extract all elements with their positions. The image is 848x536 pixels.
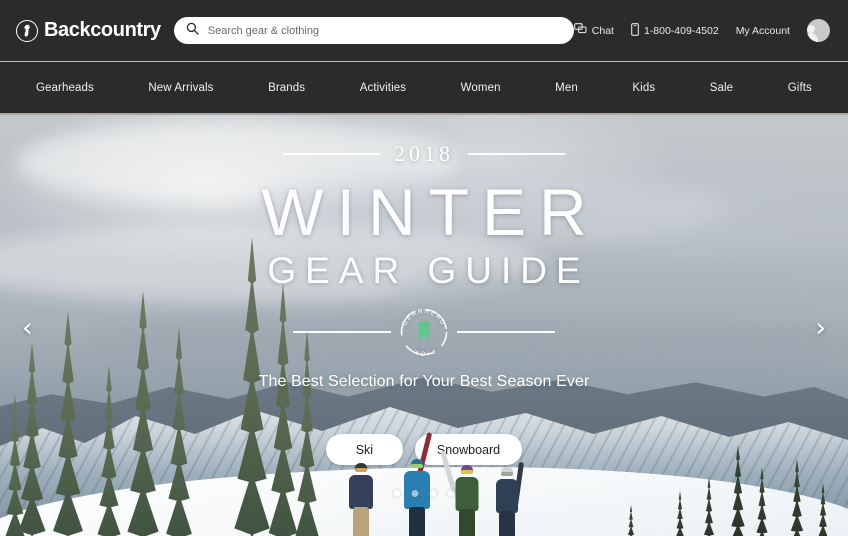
goat-logo-icon bbox=[16, 19, 38, 42]
badge-rule-right bbox=[457, 331, 555, 334]
hero-carousel: 2018 WINTER GEAR GUIDE GEARHEAD PICK The… bbox=[0, 115, 848, 536]
goggles bbox=[501, 472, 513, 476]
nav-item-gearheads[interactable]: Gearheads bbox=[36, 82, 94, 94]
header-utility-nav: Chat 1-800-409-4502 My Account bbox=[573, 19, 848, 42]
nav-item-sale[interactable]: Sale bbox=[710, 82, 733, 94]
carousel-dot-1[interactable] bbox=[393, 490, 401, 497]
person-snowboarder bbox=[440, 450, 482, 536]
pants bbox=[409, 507, 425, 536]
phone-number-label: 1-800-409-4502 bbox=[643, 24, 719, 37]
gearhead-pick-badge-icon: GEARHEAD PICK bbox=[397, 305, 451, 359]
avatar-head bbox=[806, 25, 815, 33]
brand-name: Backcountry bbox=[44, 19, 161, 41]
jacket bbox=[496, 479, 518, 513]
bookmark-ribbon-icon bbox=[418, 322, 430, 342]
my-account-label: My Account bbox=[735, 24, 790, 37]
carousel-dot-4[interactable] bbox=[447, 490, 455, 497]
person-skier bbox=[492, 461, 525, 536]
carousel-dot-3[interactable] bbox=[429, 490, 437, 497]
nav-item-women[interactable]: Women bbox=[461, 82, 501, 94]
hero-year-row: 2018 bbox=[283, 141, 565, 167]
carousel-prev-arrow[interactable]: ‹ bbox=[22, 315, 33, 342]
badge-rule-left bbox=[293, 331, 391, 334]
search-input[interactable] bbox=[207, 24, 562, 37]
pants bbox=[353, 507, 369, 536]
nav-item-gifts[interactable]: Gifts bbox=[788, 82, 812, 94]
hero-year: 2018 bbox=[394, 141, 454, 166]
badge-text-bottom: PICK bbox=[412, 347, 435, 357]
pants bbox=[459, 509, 475, 536]
goggles bbox=[461, 470, 473, 474]
nav-item-brands[interactable]: Brands bbox=[268, 82, 305, 94]
person-skier bbox=[400, 432, 434, 536]
chat-bubbles-icon bbox=[573, 23, 587, 38]
jacket bbox=[455, 477, 479, 511]
pants bbox=[499, 511, 515, 536]
avatar[interactable] bbox=[806, 19, 830, 42]
main-navigation: Gearheads New Arrivals Brands Activities… bbox=[0, 62, 848, 113]
hero-tagline: The Best Selection for Your Best Season … bbox=[258, 373, 590, 391]
site-header: Backcountry Chat bbox=[0, 0, 848, 61]
hero-title-line1: WINTER bbox=[261, 175, 600, 249]
nav-item-activities[interactable]: Activities bbox=[360, 82, 406, 94]
chat-link[interactable]: Chat bbox=[573, 23, 614, 38]
nav-item-new-arrivals[interactable]: New Arrivals bbox=[148, 82, 213, 94]
my-account-link[interactable]: My Account bbox=[736, 25, 790, 37]
svg-text:PICK: PICK bbox=[412, 347, 436, 357]
nav-item-men[interactable]: Men bbox=[555, 82, 578, 94]
hero-rule-right bbox=[468, 153, 565, 155]
nav-item-kids[interactable]: Kids bbox=[632, 82, 655, 94]
jacket bbox=[349, 475, 373, 509]
brand-logo[interactable]: Backcountry bbox=[16, 19, 161, 42]
goggles bbox=[355, 468, 367, 472]
hero-title-line2: GEAR GUIDE bbox=[267, 250, 590, 292]
page-root: Backcountry Chat bbox=[0, 0, 848, 536]
goggles bbox=[411, 464, 423, 468]
hero-rule-left bbox=[283, 153, 380, 155]
hero-badge-row: GEARHEAD PICK bbox=[0, 305, 848, 359]
person-skier bbox=[346, 463, 376, 536]
search-bar[interactable] bbox=[173, 17, 574, 44]
avatar-body bbox=[806, 33, 819, 42]
carousel-dot-2[interactable] bbox=[411, 490, 419, 497]
chat-label: Chat bbox=[591, 24, 614, 37]
mobile-phone-icon bbox=[631, 22, 639, 39]
nav-list: Gearheads New Arrivals Brands Activities… bbox=[20, 82, 828, 94]
snowboard bbox=[440, 450, 457, 494]
carousel-dots bbox=[393, 490, 455, 497]
search-icon bbox=[186, 22, 199, 40]
phone-link[interactable]: 1-800-409-4502 bbox=[631, 22, 719, 39]
carousel-next-arrow[interactable]: › bbox=[815, 315, 826, 342]
